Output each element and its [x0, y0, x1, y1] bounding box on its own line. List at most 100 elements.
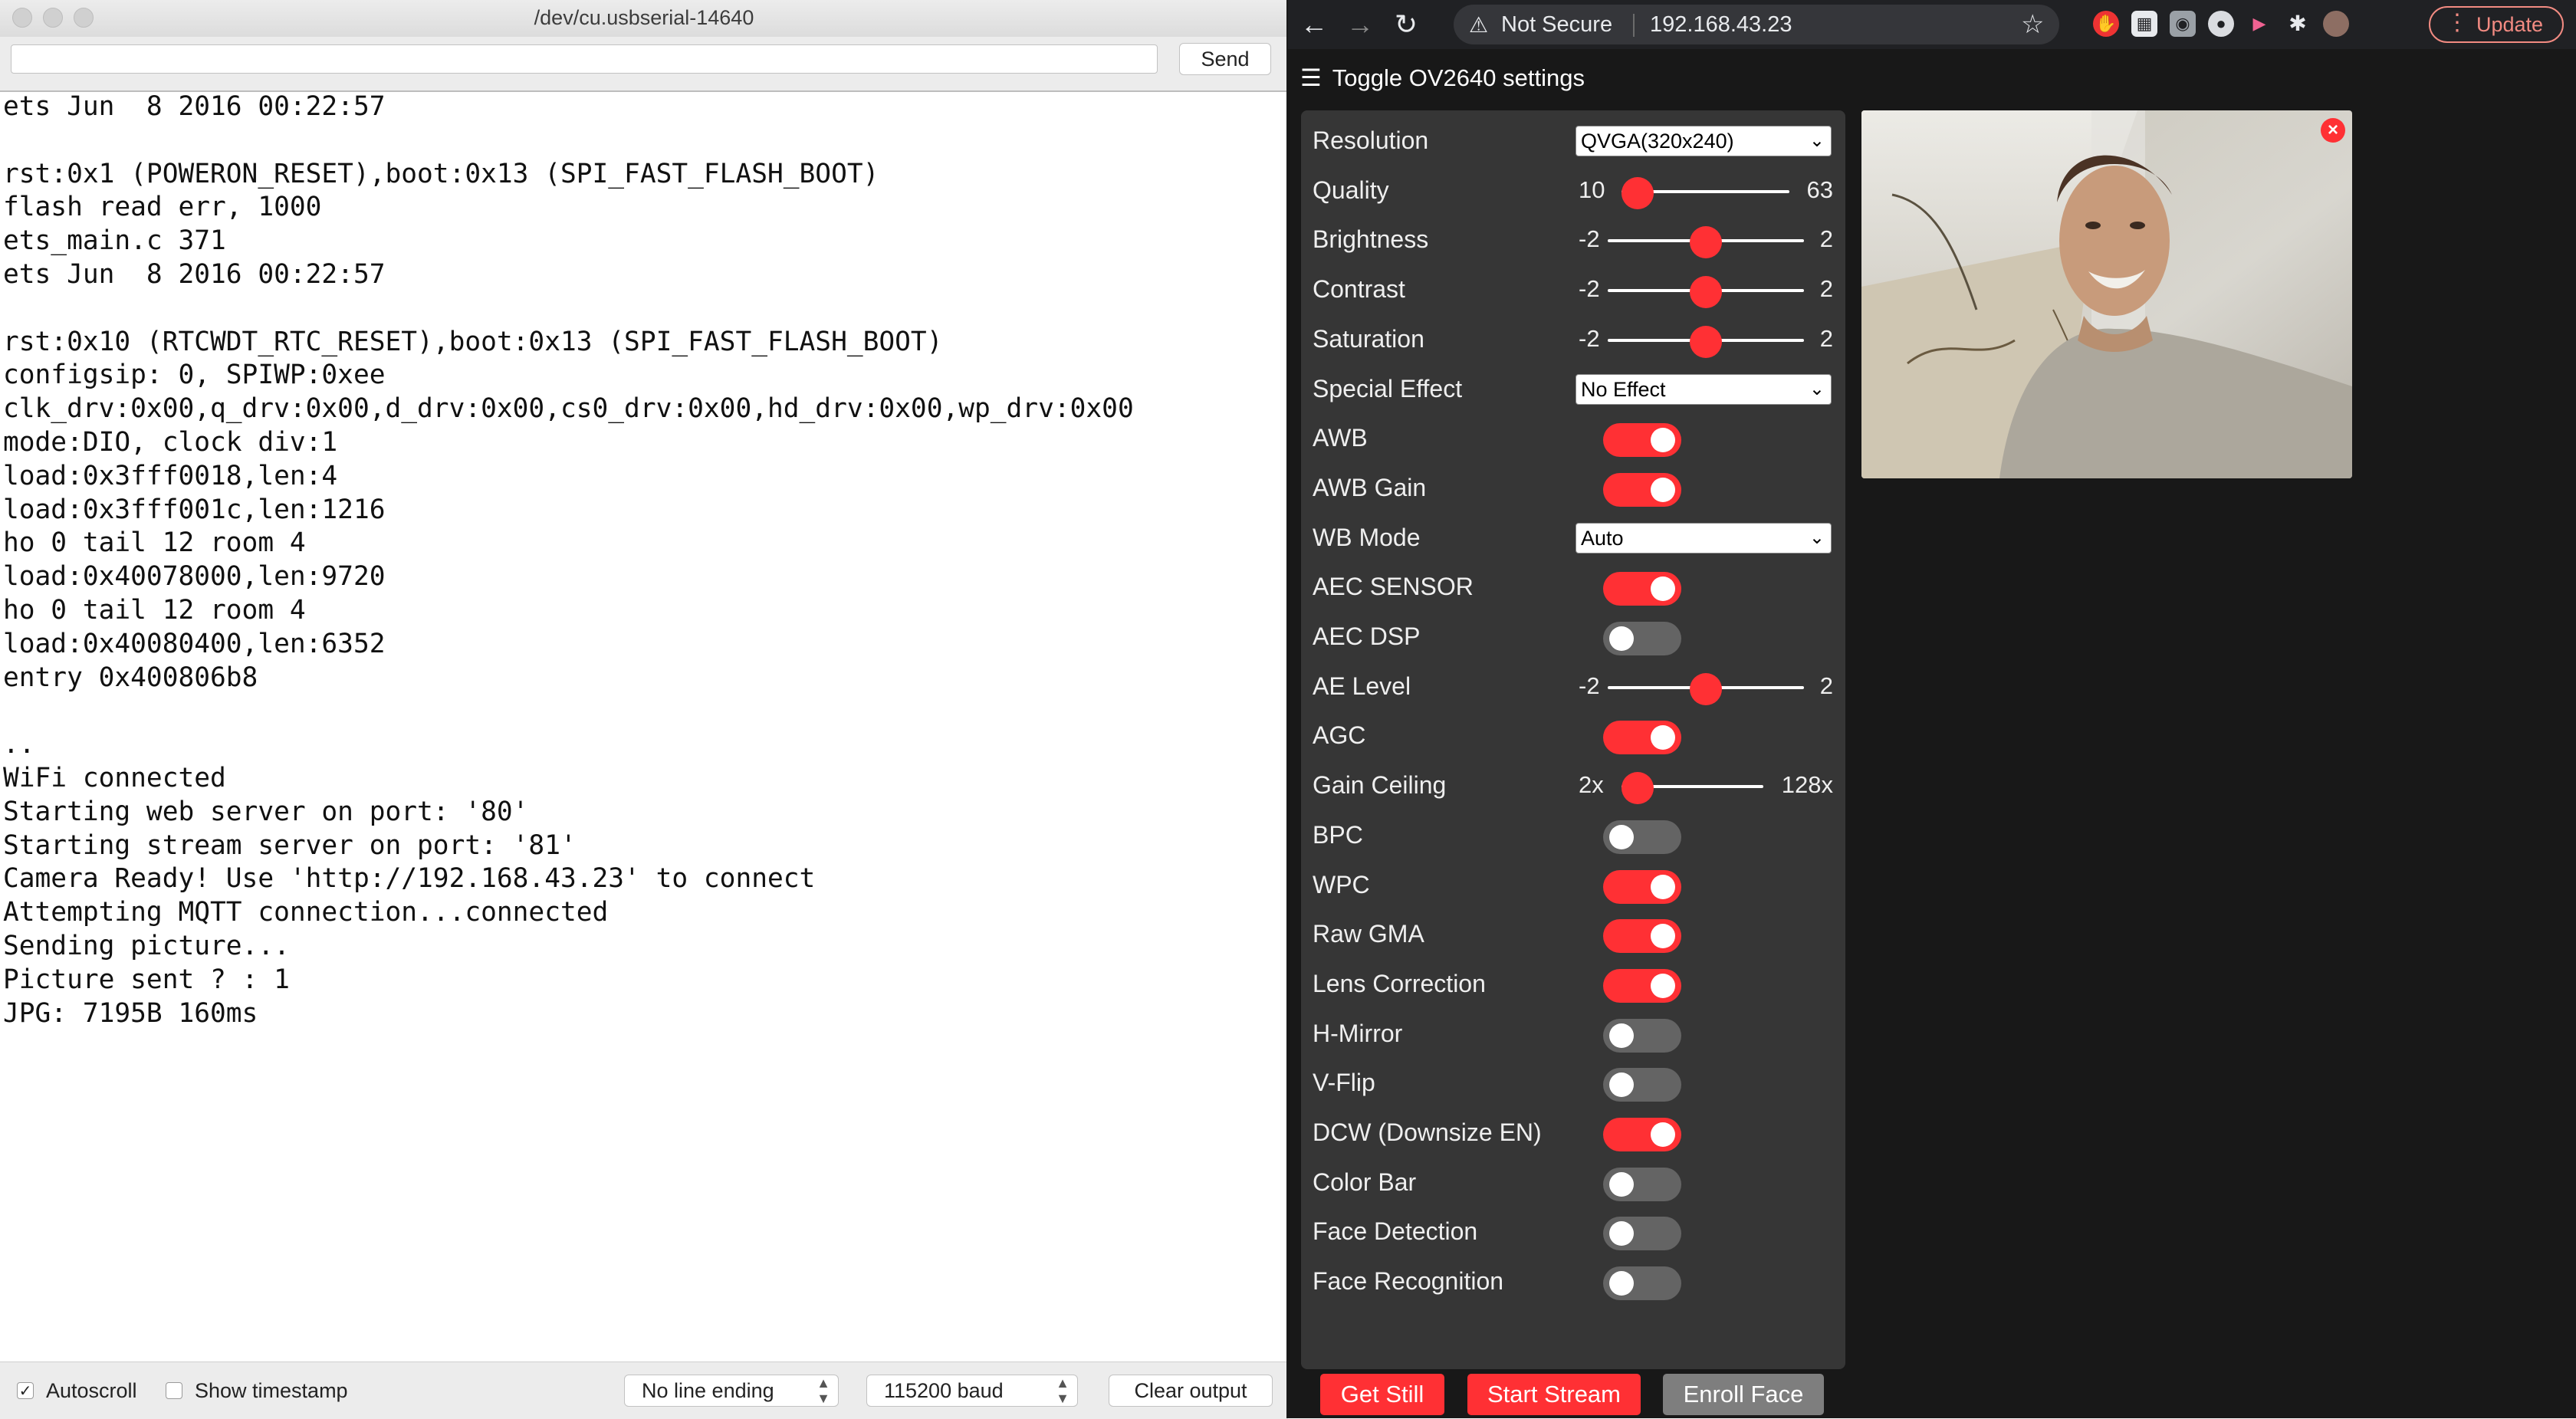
- wpc-toggle[interactable]: [1603, 869, 1681, 904]
- slider-max-label: 63: [1806, 176, 1833, 203]
- forward-arrow-icon[interactable]: →: [1342, 6, 1378, 43]
- baud-rate-select[interactable]: 115200 baud ▲ ▼: [866, 1375, 1078, 1407]
- puzzle-extensions-icon[interactable]: ✱: [2285, 11, 2311, 37]
- slider-thumb[interactable]: [1690, 325, 1722, 358]
- control-label: Face Detection: [1313, 1217, 1478, 1246]
- toggle-knob: [1609, 1171, 1634, 1197]
- show-timestamp-label: Show timestamp: [195, 1379, 348, 1402]
- serial-output-line: load:0x3fff001c,len:1216: [3, 494, 386, 525]
- serial-output-line: [3, 695, 1276, 728]
- v-flip-toggle[interactable]: [1603, 1068, 1681, 1102]
- updown-chevron-icon: ▲ ▼: [816, 1375, 830, 1406]
- back-arrow-icon[interactable]: ←: [1296, 6, 1332, 43]
- slider-thumb[interactable]: [1690, 672, 1722, 705]
- awb-gain-toggle[interactable]: [1603, 472, 1681, 507]
- serial-output-line: Starting stream server on port: '81': [3, 829, 577, 861]
- line-ending-value: No line ending: [642, 1379, 774, 1402]
- start-stream-button[interactable]: Start Stream: [1467, 1374, 1641, 1415]
- control-row-h-mirror: H-Mirror: [1301, 1010, 1845, 1059]
- special-effect-select[interactable]: No Effect ⌄: [1576, 373, 1832, 405]
- control-row-wpc: WPC: [1301, 861, 1845, 910]
- slider-max-label: 2: [1819, 275, 1833, 303]
- serial-output-line: JPG: 7195B 160ms: [3, 997, 258, 1029]
- dcw-downsize-en-toggle[interactable]: [1603, 1118, 1681, 1151]
- control-row-face-detection: Face Detection: [1301, 1207, 1845, 1256]
- brightness-slider[interactable]: -2 2: [1301, 215, 1845, 264]
- serial-output-line: flash read err, 1000: [3, 192, 322, 223]
- autoscroll-checkbox[interactable]: ✓: [17, 1382, 34, 1400]
- serial-output-line: ho 0 tail 12 room 4: [3, 527, 306, 559]
- serial-send-input[interactable]: [11, 44, 1158, 74]
- control-label: AWB: [1313, 424, 1368, 452]
- security-indicator[interactable]: Not Secure: [1501, 12, 1612, 38]
- qr-code-extension-icon[interactable]: ▦: [2131, 11, 2157, 37]
- control-label: Special Effect: [1313, 374, 1463, 402]
- control-label: WB Mode: [1313, 523, 1421, 551]
- slider-thumb[interactable]: [1622, 176, 1654, 209]
- serial-output-line: Picture sent ? : 1: [3, 964, 290, 995]
- control-row-ae-level: AE Level -2 2: [1301, 662, 1845, 711]
- gain-ceiling-slider[interactable]: 2x 128x: [1301, 761, 1845, 810]
- reload-icon[interactable]: ↻: [1388, 6, 1424, 43]
- slider-thumb[interactable]: [1690, 276, 1722, 309]
- serial-status-bar: ✓ Autoscroll Show timestamp No line endi…: [0, 1362, 1288, 1419]
- profile-avatar[interactable]: [2323, 11, 2349, 37]
- agc-toggle[interactable]: [1603, 721, 1681, 755]
- resolution-select[interactable]: QVGA(320x240) ⌄: [1576, 126, 1832, 156]
- control-label: Color Bar: [1313, 1168, 1417, 1196]
- ae-level-slider[interactable]: -2 2: [1301, 662, 1845, 711]
- face-recognition-toggle[interactable]: [1603, 1266, 1681, 1301]
- toggle-knob: [1609, 1072, 1634, 1098]
- control-row-agc: AGC: [1301, 711, 1845, 760]
- aec-dsp-toggle[interactable]: [1603, 622, 1681, 655]
- contrast-slider[interactable]: -2 2: [1301, 265, 1845, 314]
- control-label: V-Flip: [1313, 1069, 1375, 1097]
- record-extension-icon[interactable]: ▶: [2246, 11, 2272, 37]
- enroll-face-button[interactable]: Enroll Face: [1663, 1374, 1824, 1415]
- bpc-toggle[interactable]: [1603, 820, 1681, 854]
- bookmark-star-icon[interactable]: ☆: [2021, 9, 2044, 40]
- settings-toggle[interactable]: ☰ Toggle OV2640 settings: [1300, 64, 1585, 92]
- more-vertical-icon: ⋮: [2446, 10, 2469, 35]
- control-row-v-flip: V-Flip: [1301, 1059, 1845, 1108]
- h-mirror-toggle[interactable]: [1603, 1018, 1681, 1053]
- toggle-knob: [1651, 428, 1675, 453]
- select-value: QVGA(320x240): [1581, 130, 1734, 153]
- serial-output: ets Jun 8 2016 00:22:57 rst:0x1 (POWERON_…: [3, 90, 1276, 1360]
- settings-panel: Resolution QVGA(320x240) ⌄ Quality 10 63 Brigh…: [1301, 110, 1845, 1415]
- serial-monitor-window: /dev/cu.usbserial-14640 Send ets Jun 8 2…: [0, 0, 1288, 1419]
- slider-max-label: 2: [1819, 324, 1833, 352]
- awb-toggle[interactable]: [1603, 423, 1681, 458]
- control-row-quality: Quality 10 63: [1301, 166, 1845, 215]
- get-still-button[interactable]: Get Still: [1320, 1374, 1444, 1415]
- line-ending-select[interactable]: No line ending ▲ ▼: [624, 1375, 839, 1407]
- control-label: AGC: [1313, 721, 1366, 750]
- address-separator: [1633, 14, 1635, 37]
- aec-sensor-toggle[interactable]: [1603, 572, 1681, 606]
- clear-output-button[interactable]: Clear output: [1109, 1375, 1273, 1407]
- chevron-down-icon: ⌄: [1809, 130, 1825, 151]
- wb-mode-select[interactable]: Auto ⌄: [1576, 522, 1832, 553]
- lens-correction-toggle[interactable]: [1603, 968, 1681, 1003]
- face-detection-toggle[interactable]: [1603, 1217, 1681, 1251]
- color-bar-toggle[interactable]: [1603, 1167, 1681, 1201]
- camera-extension-icon[interactable]: ◉: [2170, 11, 2196, 37]
- slider-thumb[interactable]: [1690, 226, 1722, 259]
- control-label: H-Mirror: [1313, 1019, 1403, 1047]
- saturation-slider[interactable]: -2 2: [1301, 315, 1845, 364]
- slider-thumb[interactable]: [1622, 772, 1654, 805]
- warning-triangle-icon: ⚠: [1469, 13, 1489, 37]
- toggle-knob: [1651, 924, 1675, 949]
- adblock-extension-icon[interactable]: ✋: [2093, 11, 2119, 37]
- address-bar[interactable]: ⚠ Not Secure 192.168.43.23 ☆: [1454, 5, 2059, 44]
- show-timestamp-checkbox[interactable]: [166, 1382, 182, 1399]
- url-text[interactable]: 192.168.43.23: [1650, 12, 1792, 38]
- raw-gma-toggle[interactable]: [1603, 919, 1681, 954]
- send-button[interactable]: Send: [1179, 43, 1271, 75]
- update-button[interactable]: ⋮ Update: [2429, 6, 2564, 43]
- quality-slider[interactable]: 10 63: [1301, 166, 1845, 215]
- hamburger-menu-icon: ☰: [1300, 64, 1322, 91]
- close-stream-button[interactable]: ×: [2321, 118, 2345, 143]
- circle-extension-icon[interactable]: ●: [2208, 11, 2234, 37]
- control-row-aec-dsp: AEC DSP: [1301, 613, 1845, 662]
